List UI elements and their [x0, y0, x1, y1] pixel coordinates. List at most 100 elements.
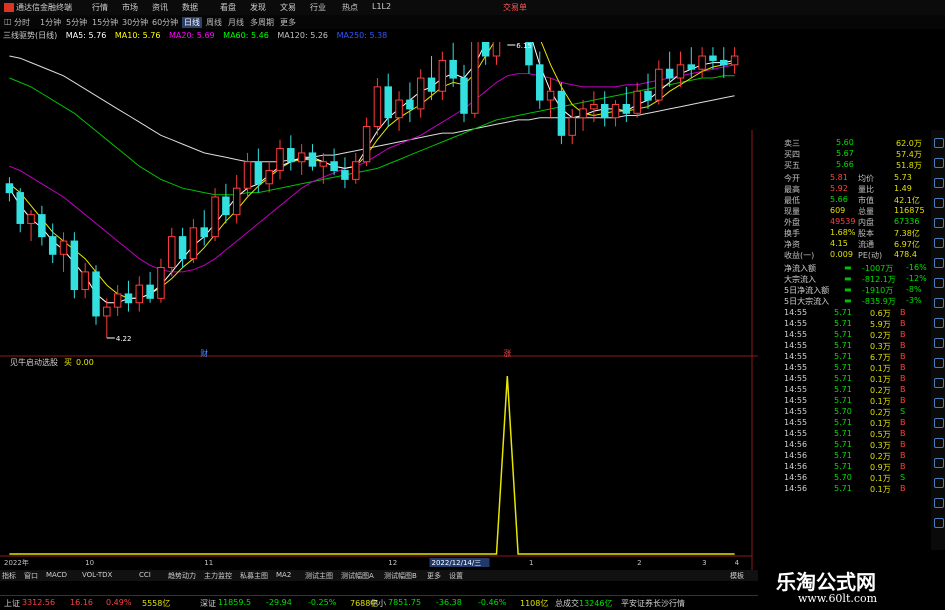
candle-body [146, 284, 154, 299]
chart-area[interactable]: 5.505.405.305.205.105.004.904.804.704.60… [0, 42, 758, 570]
x-tick-label: 2022/12/14/三 [432, 559, 482, 567]
stat-label: 换手 [784, 229, 800, 238]
candle-body [709, 55, 717, 61]
toolbar-tool-icon[interactable] [934, 138, 944, 148]
toolbar-tool-icon[interactable] [934, 198, 944, 208]
stat-value-2: 1.49 [894, 184, 912, 193]
menu-item-market[interactable]: 市场 [122, 2, 138, 13]
tf-more[interactable]: 更多 [280, 17, 296, 28]
menu-item-watch[interactable]: 看盘 [220, 2, 236, 13]
toolbar-tool-icon[interactable] [934, 418, 944, 428]
indicator-name: 三线驱势(日线) [3, 31, 58, 40]
tf-30min[interactable]: 30分钟 [122, 17, 148, 28]
tf-weekly[interactable]: 周线 [206, 17, 222, 28]
menu-item-industry[interactable]: 行业 [310, 2, 326, 13]
toolbar-tool-icon[interactable] [934, 178, 944, 188]
toolbar-tool-icon[interactable] [934, 398, 944, 408]
tick-price: 5.70 [834, 473, 852, 482]
candle [5, 177, 14, 202]
toolbar-tool-icon[interactable] [934, 438, 944, 448]
menu-item-quotes[interactable]: 行情 [92, 2, 108, 13]
sub-series-name: 买 [64, 358, 72, 367]
candle-body [633, 90, 641, 114]
stat-value-2: 5.73 [894, 173, 912, 182]
candle-body [200, 227, 208, 238]
candle-body [395, 99, 403, 119]
indicator-tab[interactable]: 测试幅图B [384, 571, 417, 581]
menu-item-l1l2[interactable]: L1L2 [372, 2, 391, 11]
candle-body [384, 86, 392, 119]
tick-time: 14:55 [784, 363, 808, 372]
status-field: 11859.5 [218, 598, 252, 607]
tick-direction: B [900, 440, 906, 449]
watermark-url: www.60lt.com [798, 592, 878, 605]
tick-time: 14:55 [784, 341, 808, 350]
menu-item-wenyi[interactable]: 文易 [280, 2, 296, 13]
indicator-tab[interactable]: MA2 [276, 571, 291, 579]
candle [135, 276, 144, 312]
toolbar-tool-icon[interactable] [934, 218, 944, 228]
candle [103, 298, 111, 338]
tick-volume: 0.2万 [870, 331, 891, 340]
toolbar-tool-icon[interactable] [934, 378, 944, 388]
flow-value: -835.9万 [862, 297, 896, 306]
indicator-tab[interactable]: 测试幅图A [341, 571, 374, 581]
indicator-tab[interactable]: 设置 [449, 571, 463, 581]
toolbar-tool-icon[interactable] [934, 478, 944, 488]
menu-item-data[interactable]: 数据 [182, 2, 198, 13]
tf-daily[interactable]: 日线 [182, 17, 202, 28]
tf-monthly[interactable]: 月线 [228, 17, 244, 28]
toolbar-tool-icon[interactable] [934, 318, 944, 328]
candle-body [720, 59, 728, 66]
tf-5min[interactable]: 5分钟 [66, 17, 87, 28]
candle-body [471, 42, 479, 114]
tf-fenshi[interactable]: 分时 [14, 17, 30, 28]
tf-1min[interactable]: 1分钟 [40, 17, 61, 28]
side-toolbar [931, 130, 945, 550]
toolbar-tool-icon[interactable] [934, 158, 944, 168]
candle-body [644, 90, 652, 101]
tf-60min[interactable]: 60分钟 [152, 17, 178, 28]
template-tab[interactable]: 模板 [730, 571, 744, 581]
menu-item-news[interactable]: 资讯 [152, 2, 168, 13]
trade-button[interactable]: 交易单 [503, 2, 527, 13]
tick-row: 14:55 5.71 0.1万 B [758, 418, 930, 429]
candle [622, 86, 631, 123]
toolbar-tool-icon[interactable] [934, 498, 944, 508]
stat-row: 今开 5.81 均价 5.73 [758, 173, 930, 184]
indicator-tab[interactable]: MACD [46, 571, 67, 579]
indicator-tab[interactable]: 趋势动力 [168, 571, 196, 581]
tf-15min[interactable]: 15分钟 [92, 17, 118, 28]
status-field: 1108亿 [520, 599, 549, 608]
indicator-tab[interactable]: VOL-TDX [82, 571, 112, 579]
tf-expand-icon[interactable]: ◫ [4, 17, 12, 26]
menu-item-discover[interactable]: 发现 [250, 2, 266, 13]
candle-body [211, 196, 219, 238]
indicator-tab[interactable]: 私募主图 [240, 571, 268, 581]
indicator-tab[interactable]: 测试主图 [305, 571, 333, 581]
tf-multi[interactable]: 多周期 [250, 17, 274, 28]
indicator-tab[interactable]: 主力监控 [204, 571, 232, 581]
tick-time: 14:56 [784, 451, 808, 460]
toolbar-tool-icon[interactable] [934, 458, 944, 468]
indicator-tab[interactable]: 指标 [2, 571, 16, 581]
indicator-tab[interactable]: 更多 [427, 571, 441, 581]
toolbar-tool-icon[interactable] [934, 238, 944, 248]
toolbar-tool-icon[interactable] [934, 338, 944, 348]
flow-value: -812.1万 [862, 275, 896, 284]
candle [341, 157, 349, 189]
indicator-tab[interactable]: 窗口 [24, 571, 38, 581]
menu-item-hot[interactable]: 热点 [342, 2, 358, 13]
status-field: 7851.75 [388, 598, 422, 607]
ma-line-2 [9, 64, 735, 273]
status-field: 5558亿 [142, 599, 171, 608]
toolbar-tool-icon[interactable] [934, 358, 944, 368]
indicator-tab[interactable]: CCI [139, 571, 151, 579]
toolbar-tool-icon[interactable] [934, 518, 944, 528]
tick-row: 14:55 5.71 5.9万 B [758, 319, 930, 330]
quote-price: 5.66 [836, 160, 854, 169]
toolbar-tool-icon[interactable] [934, 278, 944, 288]
stat-label: 外盘 [784, 218, 800, 227]
toolbar-tool-icon[interactable] [934, 298, 944, 308]
toolbar-tool-icon[interactable] [934, 258, 944, 268]
